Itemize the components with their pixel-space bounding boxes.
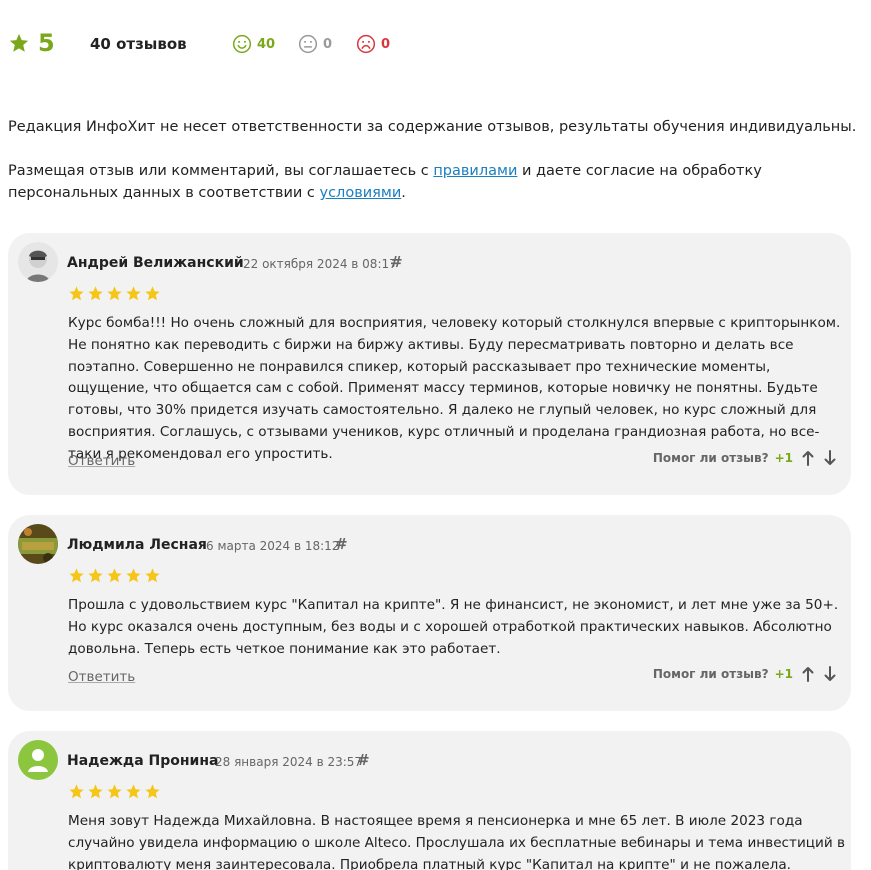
review-permalink[interactable]: # xyxy=(335,535,348,553)
star-icon xyxy=(88,286,103,301)
review-stars xyxy=(68,567,161,584)
star-icon xyxy=(107,286,122,301)
neutral-face-icon xyxy=(298,34,318,54)
review-text: Курс бомба!!! Но очень сложный для воспр… xyxy=(68,315,841,462)
helpful-label: Помог ли отзыв? xyxy=(652,667,769,681)
consent-before: Размещая отзыв или комментарий, вы согла… xyxy=(8,163,434,179)
star-icon xyxy=(126,784,141,799)
star-icon xyxy=(126,286,141,301)
user-icon xyxy=(18,740,58,780)
review-date: 6 марта 2024 в 18:12 xyxy=(206,539,340,553)
sad-face-icon xyxy=(356,34,376,54)
reviews-count[interactable]: 40 отзывов xyxy=(90,35,187,53)
review-author[interactable]: Людмила Лесная xyxy=(67,537,207,553)
star-icon xyxy=(88,784,103,799)
positive-filter[interactable]: 40 xyxy=(232,34,275,54)
avatar xyxy=(18,242,58,282)
star-icon xyxy=(107,784,122,799)
review-permalink[interactable]: # xyxy=(357,751,370,769)
smile-icon xyxy=(232,34,252,54)
arrow-up-icon[interactable] xyxy=(801,666,815,682)
helpful-widget: Помог ли отзыв? +1 xyxy=(653,666,837,682)
helpful-label: Помог ли отзыв? xyxy=(652,451,769,465)
avatar xyxy=(18,740,58,780)
rating-summary: 5 40 отзывов 40 0 0 xyxy=(8,28,508,62)
star-icon xyxy=(69,286,84,301)
star-icon xyxy=(145,568,160,583)
review-stars xyxy=(68,285,161,302)
avatar xyxy=(18,524,58,564)
star-icon xyxy=(69,568,84,583)
review-date: 22 октября 2024 в 08:17 xyxy=(243,257,397,271)
review-stars xyxy=(68,783,161,800)
star-icon xyxy=(69,784,84,799)
rules-link[interactable]: правилами xyxy=(433,163,517,179)
helpful-score: +1 xyxy=(774,451,793,465)
review-author[interactable]: Надежда Пронина xyxy=(67,753,218,769)
arrow-down-icon[interactable] xyxy=(823,450,837,466)
disclaimer-text: Редакция ИнфоХит не несет ответственност… xyxy=(8,119,857,135)
rating-value: 5 xyxy=(38,29,55,57)
review-text: Меня зовут Надежда Михайловна. В настоящ… xyxy=(68,813,846,870)
review-card: Андрей Велижанский 22 октября 2024 в 08:… xyxy=(8,233,851,495)
terms-link[interactable]: условиями xyxy=(320,185,402,201)
positive-count: 40 xyxy=(257,36,276,52)
star-icon xyxy=(145,784,160,799)
star-icon xyxy=(126,568,141,583)
review-text: Прошла с удовольствием курс "Капитал на … xyxy=(68,597,839,657)
overall-rating: 5 xyxy=(8,30,55,56)
review-card: Людмила Лесная 6 марта 2024 в 18:12 # Пр… xyxy=(8,515,851,711)
helpful-score: +1 xyxy=(774,667,793,681)
helpful-widget: Помог ли отзыв? +1 xyxy=(653,450,837,466)
star-icon xyxy=(9,33,29,52)
neutral-count: 0 xyxy=(323,36,333,52)
review-author[interactable]: Андрей Велижанский xyxy=(67,255,244,271)
reply-button[interactable]: Ответить xyxy=(68,453,135,469)
consent-after: . xyxy=(401,185,406,201)
negative-count: 0 xyxy=(381,36,391,52)
negative-filter[interactable]: 0 xyxy=(356,34,390,54)
review-permalink[interactable]: # xyxy=(390,253,403,271)
star-icon xyxy=(145,286,160,301)
consent-text: Размещая отзыв или комментарий, вы согла… xyxy=(8,160,858,204)
reply-button[interactable]: Ответить xyxy=(68,669,135,685)
neutral-filter[interactable]: 0 xyxy=(298,34,332,54)
star-icon xyxy=(88,568,103,583)
review-date: 28 января 2024 в 23:57 xyxy=(215,755,363,769)
review-card: Надежда Пронина 28 января 2024 в 23:57 #… xyxy=(8,731,851,870)
arrow-down-icon[interactable] xyxy=(823,666,837,682)
star-icon xyxy=(107,568,122,583)
arrow-up-icon[interactable] xyxy=(801,450,815,466)
